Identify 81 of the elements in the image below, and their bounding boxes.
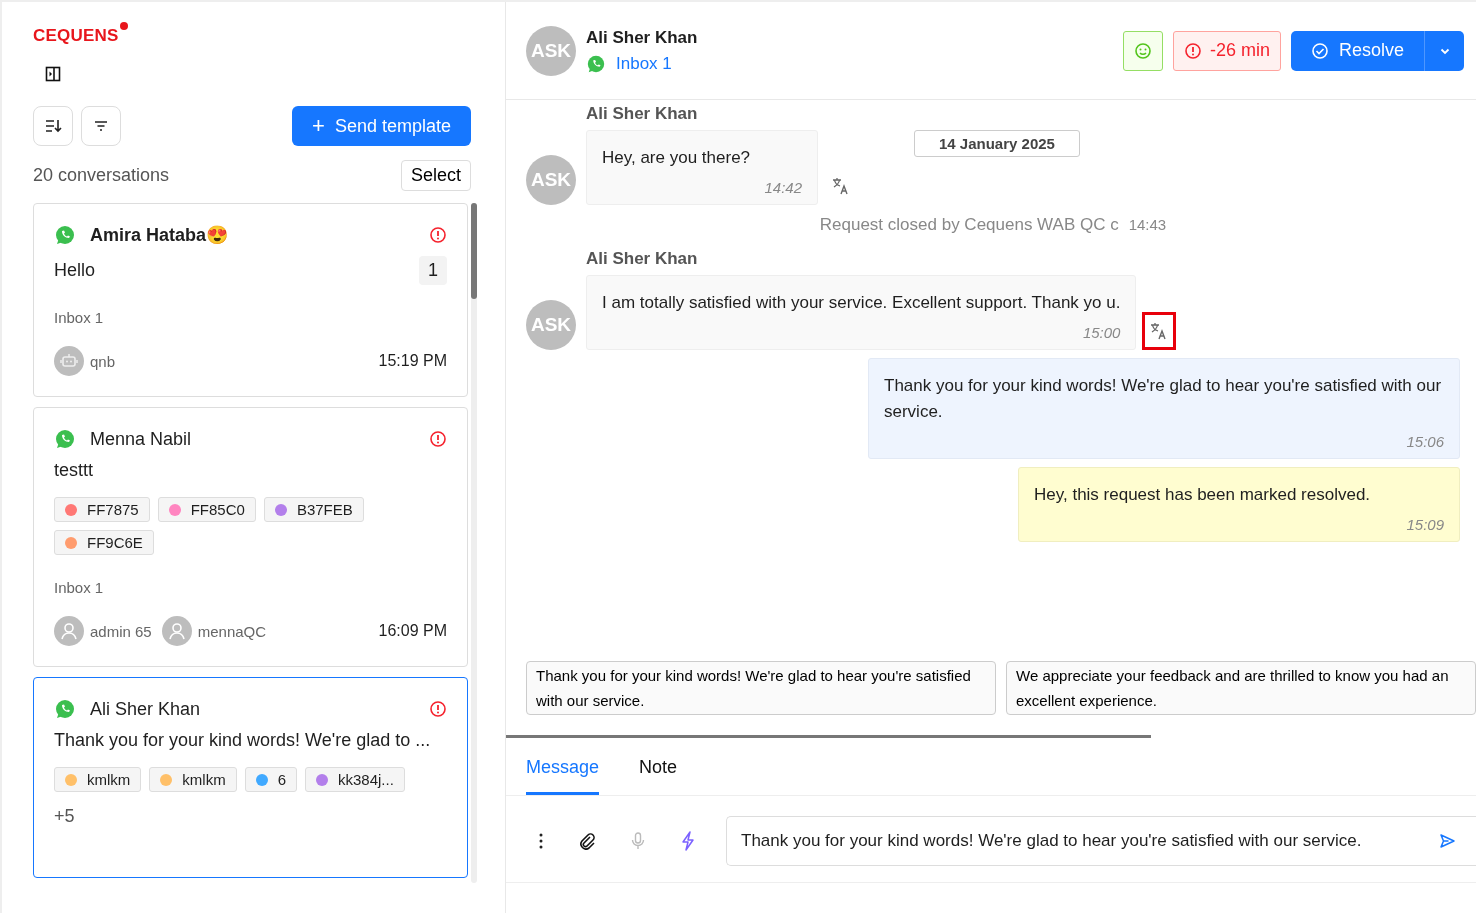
select-button[interactable]: Select (400, 160, 471, 191)
composer-tab[interactable]: Note (639, 753, 678, 795)
conversation-time: 16:09 PM (378, 622, 447, 640)
sort-icon (44, 117, 62, 135)
message-time: 15:00 (1082, 324, 1121, 341)
robot-avatar-icon (54, 346, 84, 376)
conversation-card[interactable]: Menna Nabil testtt FF7875 FF85C0 B37FEB FF9C6E Inbox 1 admin 65 mennaQC 16:09 PM (33, 407, 468, 667)
whatsapp-icon (54, 428, 76, 450)
whatsapp-icon (54, 698, 76, 720)
resolve-button[interactable]: Resolve (1290, 30, 1424, 71)
unread-count: 1 (419, 256, 447, 285)
conversation-card[interactable]: Ali Sher Khan Thank you for your kind words! We're glad to ... kmlkm kmlkm 6 kk384j... +5 (33, 677, 468, 878)
contact-name: Ali Sher Khan (90, 698, 202, 720)
alert-icon (429, 700, 447, 718)
alert-icon (429, 226, 447, 244)
sla-timer-button[interactable]: -26 min (1172, 30, 1281, 71)
contact-name: Ali Sher Khan (586, 27, 698, 48)
message-input[interactable]: Thank you for your kind words! We're glad to hear you're satisfied with our service. (726, 816, 1476, 866)
contact-avatar: ASK (526, 300, 576, 350)
message-time: 15:06 (1406, 433, 1444, 450)
filter-button[interactable] (81, 106, 121, 146)
message-text: I am totally satisfied with your service. Excellent support. Thank yo u. (602, 292, 1121, 314)
conversation-time: 15:19 PM (378, 352, 447, 370)
activity-time: 14:43 (1128, 216, 1167, 233)
label-tag: B37FEB (263, 497, 364, 522)
alert-icon (429, 430, 447, 448)
composer-tab[interactable]: Message (526, 753, 600, 795)
label-tag: FF85C0 (157, 497, 256, 522)
date-separator: 14 January 2025 (914, 130, 1080, 157)
label-tag: FF7875 (54, 497, 150, 522)
inbox-label: Inbox 1 (54, 579, 105, 596)
whatsapp-icon (54, 224, 76, 246)
message-time: 15:09 (1406, 516, 1444, 533)
contact-name: Menna Nabil (90, 428, 193, 450)
conversation-count: 20 conversations (33, 165, 170, 186)
send-template-button[interactable]: + Send template (292, 106, 471, 146)
logo-dot-icon (120, 22, 129, 30)
message-preview: Hello (54, 260, 96, 281)
check-circle-icon (1310, 41, 1329, 60)
inbox-link[interactable]: Inbox 1 (616, 53, 672, 74)
paperclip-icon[interactable] (578, 832, 596, 850)
conversation-card[interactable]: Amira Hataba😍 Hello 1 Inbox 1 qnb 15:19 PM (33, 203, 468, 397)
label-tag: 6 (244, 767, 297, 792)
suggested-reply[interactable]: We appreciate your feedback and are thrilled to know you had an excellent experience. (1006, 661, 1476, 715)
message-text: Hey, are you there? (602, 147, 752, 169)
resolve-options-button[interactable] (1424, 30, 1464, 71)
translate-icon (831, 176, 851, 196)
label-tag: kk384j... (305, 767, 405, 792)
user-avatar-icon (54, 616, 84, 646)
message-text: Hey, this request has been marked resolved. (1034, 484, 1372, 506)
whatsapp-icon (586, 53, 606, 74)
label-tag: kmlkm (54, 767, 142, 792)
brand-logo: CEQUENS (33, 26, 119, 46)
agent-name: mennaQC (197, 622, 267, 640)
inbox-label: Inbox 1 (54, 309, 105, 326)
message-text: Thank you for your kind words! We're glad to hear you're satisfied with our service. (884, 375, 1443, 423)
user-avatar-icon (161, 616, 192, 646)
label-tag: kmlkm (149, 767, 237, 792)
label-tag: FF9C6E (54, 530, 154, 555)
lightning-icon[interactable] (680, 831, 696, 851)
more-options-icon[interactable] (538, 832, 544, 850)
agent-name: qnb (90, 352, 116, 370)
contact-avatar: ASK (526, 155, 576, 205)
sender-name: Ali Sher Khan (586, 249, 699, 269)
message-preview: Thank you for your kind words! We're glad to ... (54, 730, 431, 751)
sidebar-toggle-icon[interactable] (45, 66, 61, 82)
agent-name: admin 65 (90, 622, 152, 640)
smiley-icon (1133, 41, 1152, 60)
sender-name: Ali Sher Khan (586, 104, 699, 124)
contact-name: Amira Hataba😍 (90, 224, 230, 246)
message-time: 14:42 (764, 179, 802, 196)
alert-icon (1183, 41, 1202, 60)
activity-message: Request closed by Cequens WAB QC c (819, 215, 1119, 235)
contact-avatar: ASK (526, 25, 576, 76)
filter-icon (93, 118, 109, 134)
more-tags-count: +5 (54, 806, 76, 827)
translate-button[interactable] (1142, 312, 1177, 350)
suggested-reply[interactable]: Thank you for your kind words! We're glad to hear you're satisfied with our service. (526, 661, 996, 715)
sort-button[interactable] (33, 106, 73, 146)
message-preview: testtt (54, 460, 93, 481)
send-icon[interactable] (1438, 832, 1456, 850)
